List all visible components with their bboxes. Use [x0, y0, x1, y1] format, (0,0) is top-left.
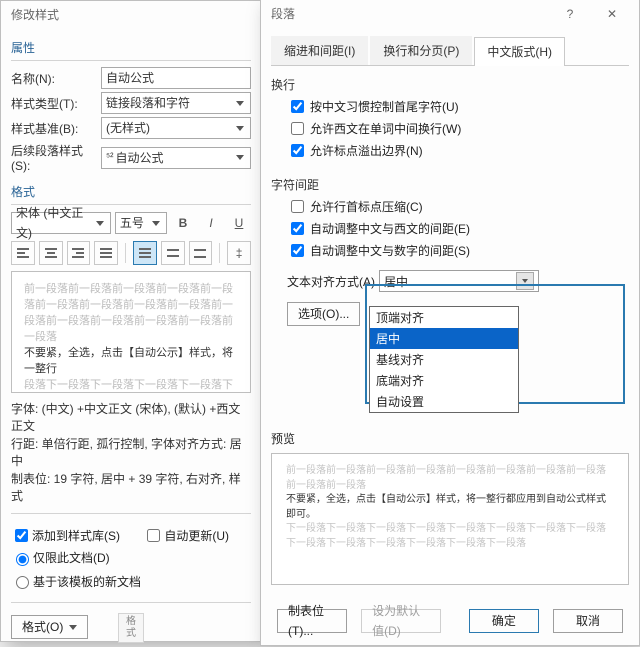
set-default-button[interactable]: 设为默认值(D): [361, 609, 441, 633]
next-style-value: 自动公式: [115, 148, 163, 168]
format-btn-label: 格式(O): [22, 617, 63, 637]
line-spacing-3-button[interactable]: [189, 241, 213, 265]
preview-label: 预览: [271, 430, 629, 447]
style-based-value: (无样式): [106, 118, 150, 138]
chevron-down-icon: [69, 625, 77, 630]
align-right-button[interactable]: [67, 241, 91, 265]
right-titlebar: 段落 ? ✕: [261, 0, 639, 28]
cb-break-latin-words[interactable]: 允许西文在单词中间换行(W): [287, 119, 629, 138]
separator: [125, 243, 126, 263]
style-based-combo[interactable]: (无样式): [101, 117, 251, 139]
text-align-label: 文本对齐方式(A): [287, 273, 375, 290]
add-label: 添加到样式库(S): [32, 527, 120, 544]
bold-button[interactable]: B: [171, 211, 195, 235]
options-button[interactable]: 选项(O)...: [287, 302, 360, 326]
separator: [219, 243, 220, 263]
dd-option-auto[interactable]: 自动设置: [370, 391, 518, 412]
next-style-label: 后续段落样式(S):: [11, 142, 101, 173]
help-button[interactable]: ?: [549, 0, 591, 28]
right-footer: 制表位(T)... 设为默认值(D) 确定 取消: [261, 599, 639, 645]
font-size-combo[interactable]: 五号: [115, 212, 167, 234]
line-spacing-1-button[interactable]: [133, 241, 157, 265]
template-radio[interactable]: 基于该模板的新文档: [11, 573, 141, 590]
align-left-button[interactable]: [11, 241, 35, 265]
cb-cjk-first-last[interactable]: 按中文习惯控制首尾字符(U): [287, 97, 629, 116]
italic-button[interactable]: I: [199, 211, 223, 235]
left-preview: 前一段落前一段落前一段落前一段落前一段落前一段落前一段落前一段落前一段落前一段落…: [11, 271, 251, 393]
divider: [11, 602, 251, 603]
tab-chinese-layout[interactable]: 中文版式(H): [474, 37, 565, 66]
dd-option-baseline[interactable]: 基线对齐: [370, 349, 518, 370]
notes-2: 行距: 单倍行距, 孤行控制, 字体对齐方式: 居中: [11, 436, 251, 471]
dd-option-center[interactable]: 居中: [370, 328, 518, 349]
add-to-gallery-checkbox[interactable]: 添加到样式库(S): [11, 526, 120, 545]
font-size-value: 五号: [120, 213, 144, 233]
close-button[interactable]: ✕: [591, 0, 633, 28]
group-line-break: 换行: [271, 76, 629, 93]
dd-option-bottom[interactable]: 底端对齐: [370, 370, 518, 391]
auto-update-checkbox[interactable]: 自动更新(U): [143, 526, 229, 545]
group-char-spacing: 字符间距: [271, 176, 629, 193]
underline-button[interactable]: U: [227, 211, 251, 235]
left-body: 属性 名称(N): 样式类型(T): 链接段落和字符 样式基准(B): (无样式…: [1, 29, 261, 647]
divider: [11, 60, 251, 61]
tab-indent-spacing[interactable]: 缩进和间距(I): [271, 36, 368, 65]
align-justify-button[interactable]: [94, 241, 118, 265]
name-label: 名称(N):: [11, 70, 101, 87]
pv-after: 下一段落下一段落下一段落下一段落下一段落下一段落下一段落下一段落下一段落下一段落…: [286, 522, 614, 551]
ok-button[interactable]: 确定: [469, 609, 539, 633]
right-title: 段落: [271, 0, 549, 28]
text-align-dropdown: 顶端对齐 居中 基线对齐 底端对齐 自动设置: [369, 306, 519, 413]
only-doc-label: 仅限此文档(D): [33, 549, 110, 566]
style-type-combo[interactable]: 链接段落和字符: [101, 92, 251, 114]
right-body: 缩进和间距(I) 换行和分页(P) 中文版式(H) 换行 按中文习惯控制首尾字符…: [261, 28, 639, 599]
line-spacing-2-button[interactable]: [161, 241, 185, 265]
divider: [11, 513, 251, 514]
dd-option-top[interactable]: 顶端对齐: [370, 307, 518, 328]
page-tab-decor: 格式: [118, 613, 144, 643]
style-type-value: 链接段落和字符: [106, 93, 190, 113]
font-family-value: 宋体 (中文正文): [16, 203, 96, 243]
right-preview-box: 前一段落前一段落前一段落前一段落前一段落前一段落前一段落前一段落前一段落前一段落…: [271, 453, 629, 585]
auto-update-label: 自动更新(U): [164, 527, 229, 544]
next-style-combo[interactable]: ⁵² 自动公式: [101, 147, 251, 169]
left-titlebar: 修改样式: [1, 1, 261, 29]
style-description: 字体: (中文) +中文正文 (宋体), (默认) +西文正文 行距: 单倍行距…: [11, 401, 251, 505]
paragraph-dialog: 段落 ? ✕ 缩进和间距(I) 换行和分页(P) 中文版式(H) 换行 按中文习…: [260, 0, 640, 646]
style-mark-icon: ⁵²: [106, 148, 113, 168]
chevron-down-icon: [152, 221, 160, 226]
indent-left-button[interactable]: ‡: [227, 241, 251, 265]
section-format: 格式: [11, 183, 251, 200]
cb-punct-overflow[interactable]: 允许标点溢出边界(N): [287, 141, 629, 160]
cancel-button[interactable]: 取消: [553, 609, 623, 633]
pv-before: 前一段落前一段落前一段落前一段落前一段落前一段落前一段落前一段落前一段落前一段落: [286, 464, 614, 493]
notes-1: 字体: (中文) +中文正文 (宋体), (默认) +西文正文: [11, 401, 251, 436]
section-properties: 属性: [11, 39, 251, 56]
pv-emph: 不要紧，全选，点击【自动公示】样式，将一整行都应用到自动公式样式即可。: [286, 493, 614, 522]
preview-before: 前一段落前一段落前一段落前一段落前一段落前一段落前一段落前一段落前一段落前一段落…: [24, 282, 238, 346]
tab-stops-button[interactable]: 制表位(T)...: [277, 609, 347, 633]
name-input[interactable]: [101, 67, 251, 89]
align-center-button[interactable]: [39, 241, 63, 265]
only-this-doc-radio[interactable]: 仅限此文档(D): [11, 549, 110, 566]
cb-compress-punct[interactable]: 允许行首标点压缩(C): [287, 197, 629, 216]
chevron-down-icon: [236, 126, 244, 131]
chevron-down-icon: [236, 101, 244, 106]
cb-cjk-latin-spacing[interactable]: 自动调整中文与西文的间距(E): [287, 219, 629, 238]
style-based-label: 样式基准(B):: [11, 120, 101, 137]
modify-style-window: 修改样式 属性 名称(N): 样式类型(T): 链接段落和字符 样式基准(B):…: [0, 0, 262, 642]
cb-cjk-digit-spacing[interactable]: 自动调整中文与数字的间距(S): [287, 241, 629, 260]
font-family-combo[interactable]: 宋体 (中文正文): [11, 212, 111, 234]
preview-emph: 不要紧，全选，点击【自动公示】样式，将一整行: [24, 346, 238, 378]
left-title: 修改样式: [11, 1, 255, 29]
notes-3: 制表位: 19 字符, 居中 + 39 字符, 右对齐, 样式: [11, 471, 251, 506]
preview-after: 段落下一段落下一段落下一段落下一段落下一段落下一段落下一段落下一段落下一段落下一…: [24, 378, 238, 393]
format-menu-button[interactable]: 格式(O): [11, 615, 88, 639]
tabs: 缩进和间距(I) 换行和分页(P) 中文版式(H): [271, 36, 629, 66]
chevron-down-icon: [96, 221, 104, 226]
tmpl-label: 基于该模板的新文档: [33, 573, 141, 590]
tab-line-page-break[interactable]: 换行和分页(P): [370, 36, 472, 65]
style-type-label: 样式类型(T):: [11, 95, 101, 112]
chevron-down-icon: [236, 155, 244, 160]
